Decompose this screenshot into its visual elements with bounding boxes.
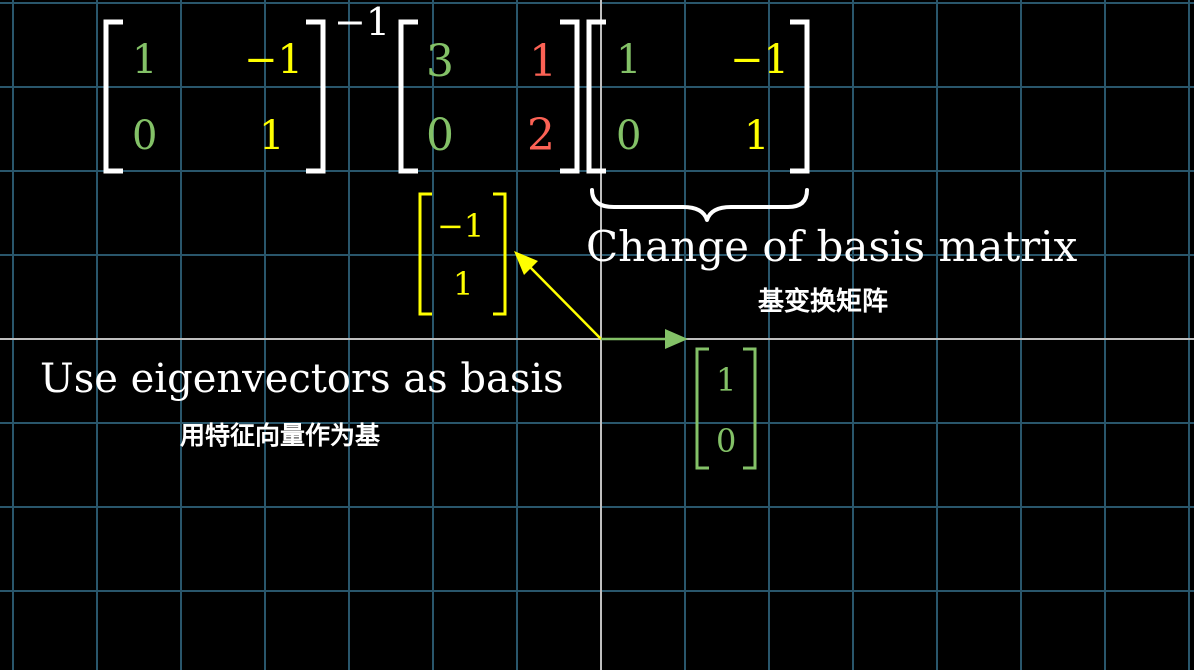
eigenvectors-label-chinese: 用特征向量作为基 [180,421,381,450]
plane-canvas [0,0,1194,670]
transform-matrix-a11: 3 [426,36,454,87]
green-vector-y: 0 [716,422,737,460]
eigenvectors-label: Use eigenvectors as basis [40,356,564,402]
green-eigenvector-arrow [601,329,688,349]
green-vector-x: 1 [716,361,737,399]
change-of-basis-label-chinese: 基变换矩阵 [758,287,889,317]
basis-matrix-curly-brace [590,188,809,222]
inverse-matrix-a21: 0 [132,113,158,159]
inverse-exponent: −1 [334,0,391,44]
inverse-matrix-a11: 1 [132,37,158,83]
inverse-matrix-a12: −1 [244,37,303,83]
yellow-vector-y: 1 [453,265,474,303]
yellow-vector-x: −1 [437,207,485,245]
basis-matrix-a11: 1 [616,37,642,83]
inverse-matrix-a22: 1 [259,113,285,159]
basis-matrix-a22: 1 [744,113,770,159]
transform-matrix-a21: 0 [426,110,454,161]
change-of-basis-label: Change of basis matrix [586,222,1078,271]
basis-matrix-a12: −1 [730,37,789,83]
transform-matrix-a22: 2 [527,110,555,161]
transform-matrix-a12: 1 [529,36,557,87]
basis-matrix-a21: 0 [616,113,642,159]
